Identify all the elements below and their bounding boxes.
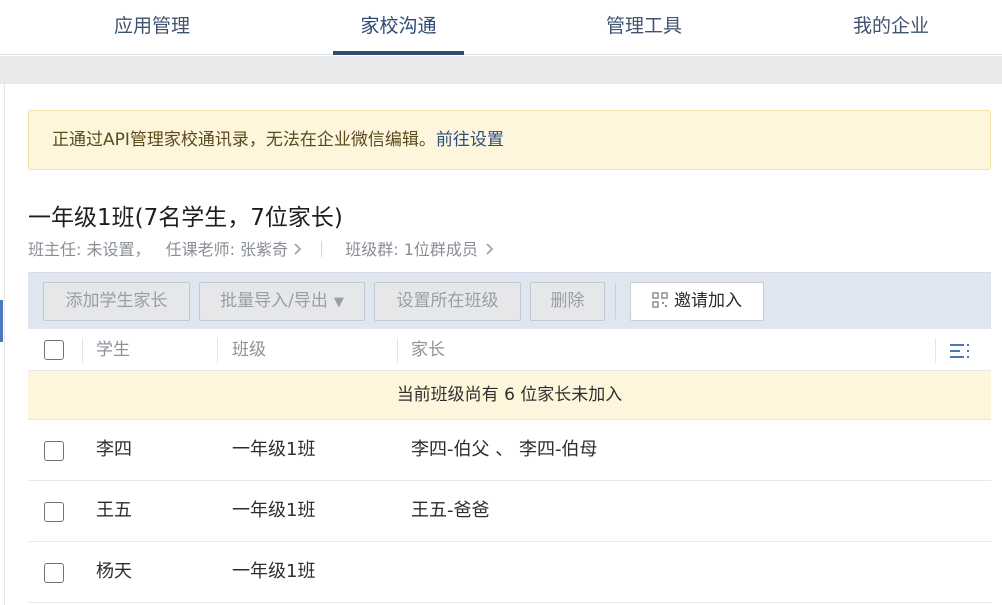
toolbar-divider	[615, 283, 616, 319]
teacher-label: 任课老师: 张紫奇	[165, 240, 289, 259]
delete-button[interactable]: 删除	[530, 282, 605, 321]
tab-my-enterprise[interactable]: 我的企业	[839, 0, 943, 55]
invite-label: 邀请加入	[674, 291, 742, 311]
add-student-parent-button[interactable]: 添加学生家长	[43, 282, 190, 321]
row-checkbox[interactable]	[44, 502, 64, 522]
header-class[interactable]: 班级	[232, 330, 266, 371]
column-divider	[82, 338, 83, 363]
cell-class: 一年级1班	[232, 439, 316, 460]
batch-import-label: 批量导入/导出	[220, 291, 328, 311]
class-meta: 班主任: 未设置， 任课老师: 张紫奇 班级群: 1位群成员	[28, 236, 494, 260]
class-title: 一年级1班(7名学生，7位家长)	[28, 205, 343, 231]
pending-parents-notice: 当前班级尚有 6 位家长未加入	[28, 371, 991, 420]
cell-class: 一年级1班	[232, 500, 316, 521]
table-row[interactable]: 李四 一年级1班 李四-伯父 、 李四-伯母	[28, 420, 991, 481]
column-divider	[217, 338, 218, 363]
chevron-right-icon	[486, 243, 494, 255]
go-settings-link[interactable]: 前往设置	[436, 130, 504, 150]
table-row[interactable]: 杨天 一年级1班	[28, 542, 991, 603]
select-all-checkbox[interactable]	[44, 340, 64, 360]
row-checkbox[interactable]	[44, 563, 64, 583]
cell-parent: 李四-伯父 、 李四-伯母	[411, 439, 598, 460]
column-settings-icon[interactable]	[950, 343, 970, 359]
table-row[interactable]: 王五 一年级1班 王五-爸爸	[28, 481, 991, 542]
cell-class: 一年级1班	[232, 561, 316, 582]
tab-management-tools[interactable]: 管理工具	[592, 0, 696, 55]
head-teacher-label: 班主任: 未设置，	[28, 240, 151, 259]
table-header: 学生 班级 家长	[28, 330, 991, 371]
caret-down-icon: ▼	[333, 295, 344, 310]
class-group-label: 班级群: 1位群成员	[345, 240, 478, 259]
sidebar-active-marker	[0, 300, 3, 342]
batch-import-export-button[interactable]: 批量导入/导出 ▼	[199, 282, 365, 321]
column-divider	[397, 338, 398, 363]
tab-home-school[interactable]: 家校沟通	[343, 0, 454, 55]
invite-join-button[interactable]: 邀请加入	[630, 282, 764, 321]
notice-text: 正通过API管理家校通讯录，无法在企业微信编辑。	[52, 130, 436, 150]
cell-student: 杨天	[96, 561, 132, 582]
left-sidebar-edge	[0, 84, 5, 605]
row-checkbox[interactable]	[44, 441, 64, 461]
header-parent[interactable]: 家长	[411, 330, 445, 371]
cell-student: 李四	[96, 439, 132, 460]
set-class-button[interactable]: 设置所在班级	[374, 282, 521, 321]
cell-student: 王五	[96, 500, 132, 521]
top-navigation: 应用管理 家校沟通 管理工具 我的企业	[0, 0, 1002, 55]
api-notice-banner: 正通过API管理家校通讯录，无法在企业微信编辑。前往设置	[28, 110, 991, 170]
cell-parent: 王五-爸爸	[411, 500, 490, 521]
qrcode-icon	[652, 292, 668, 308]
class-group-link[interactable]: 班级群: 1位群成员	[345, 240, 494, 259]
teacher-link[interactable]: 任课老师: 张紫奇	[166, 240, 302, 259]
header-student[interactable]: 学生	[96, 330, 130, 371]
tab-app-management[interactable]: 应用管理	[100, 0, 204, 55]
active-tab-indicator	[333, 51, 464, 55]
meta-divider	[321, 241, 323, 257]
chevron-right-icon	[294, 243, 302, 255]
header-band	[0, 56, 1002, 84]
column-divider	[935, 338, 936, 363]
action-toolbar: 添加学生家长 批量导入/导出 ▼ 设置所在班级 删除 邀请加入	[28, 272, 991, 329]
